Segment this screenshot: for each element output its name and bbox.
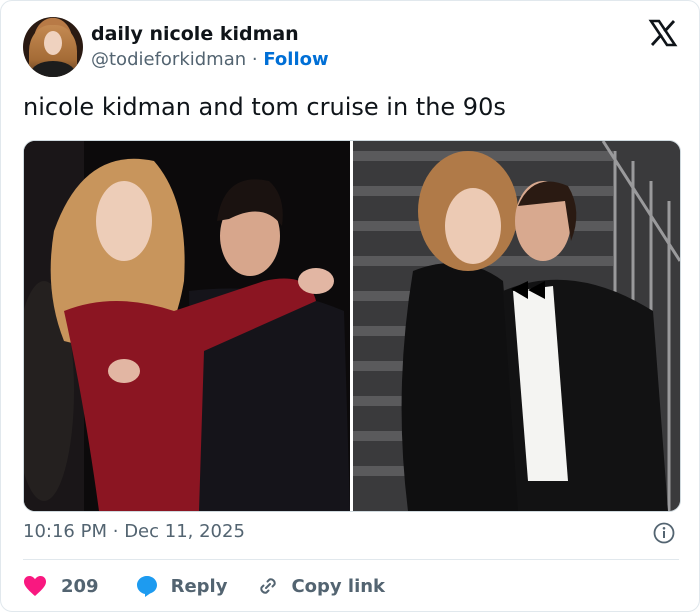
copy-link-label: Copy link (291, 575, 386, 597)
handle[interactable]: @todieforkidman (91, 49, 246, 70)
heart-icon (24, 576, 46, 596)
reply-icon (136, 576, 157, 597)
media-grid (23, 140, 681, 512)
divider (23, 559, 679, 560)
like-button[interactable]: 209 (23, 575, 99, 597)
copy-link-button[interactable]: Copy link (257, 575, 385, 597)
info-icon[interactable] (653, 522, 675, 544)
x-logo-icon[interactable] (648, 18, 678, 48)
like-count: 209 (61, 575, 99, 597)
tweet-text: nicole kidman and tom cruise in the 90s (23, 93, 506, 121)
date: Dec 11, 2025 (124, 521, 245, 542)
reply-button[interactable]: Reply (135, 574, 228, 598)
follow-button[interactable]: Follow (263, 49, 328, 70)
avatar[interactable] (23, 17, 83, 77)
display-name[interactable]: daily nicole kidman (91, 23, 299, 45)
action-bar: 209 Reply Copy link (23, 571, 385, 601)
tweet-card: daily nicole kidman @todieforkidman · Fo… (0, 0, 700, 612)
time: 10:16 PM (23, 521, 107, 542)
tweet-timestamp[interactable]: 10:16 PM · Dec 11, 2025 (23, 521, 245, 542)
link-icon (260, 578, 277, 594)
handle-separator: · (251, 49, 258, 70)
photo-couple-red-dress[interactable] (24, 141, 350, 511)
handle-row: @todieforkidman · Follow (91, 49, 329, 70)
time-separator: · (112, 521, 119, 542)
reply-label: Reply (170, 575, 228, 597)
photo-couple-stairs[interactable] (353, 141, 680, 511)
